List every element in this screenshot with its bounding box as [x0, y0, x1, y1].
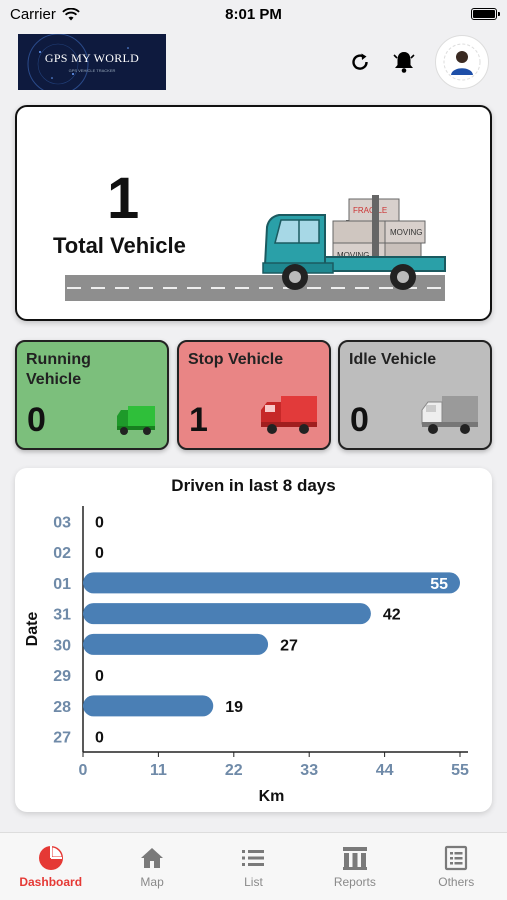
carrier-label: Carrier: [10, 5, 56, 23]
chart-bar: [83, 633, 269, 655]
y-tick-label: 28: [53, 699, 71, 716]
chart-bar: [83, 572, 460, 594]
columns-icon: [342, 847, 367, 870]
logo-title: GPS MY WORLD: [44, 51, 140, 65]
gray-truck-icon: [421, 396, 478, 434]
header-actions: [347, 35, 489, 89]
total-vehicle-card[interactable]: MOVING MOVING FRAGILE 1 Total Vehicle: [15, 105, 492, 321]
bar-value-label: 0: [95, 545, 104, 562]
bar-value-label: 0: [95, 730, 104, 747]
y-tick-label: 31: [53, 607, 71, 624]
status-left: Carrier: [10, 6, 80, 23]
app-logo: GPS MY WORLD GPS VEHICLE TRACKER: [18, 34, 166, 90]
clipboard-icon: [445, 845, 468, 871]
x-tick-label: 44: [376, 762, 394, 779]
x-tick-label: 0: [79, 762, 88, 779]
chart-bar: [83, 695, 214, 717]
bottom-nav: Dashboard Map List Reports Others: [0, 832, 507, 900]
user-avatar-icon: [443, 43, 481, 81]
y-tick-label: 03: [53, 514, 71, 531]
driven-chart-card: Driven in last 8 days 03 0 02 0 01 55 31 42 30 27…: [15, 468, 492, 812]
y-tick-label: 27: [53, 730, 71, 747]
list-icon: [242, 850, 265, 866]
wifi-icon: [62, 7, 80, 20]
battery-icon: [471, 8, 500, 20]
home-icon: [141, 848, 164, 868]
header: GPS MY WORLD GPS VEHICLE TRACKER: [0, 28, 507, 96]
y-tick-label: 30: [53, 637, 71, 654]
bar-value-label: 27: [280, 637, 298, 654]
bell-icon: [393, 52, 415, 73]
notifications-button[interactable]: [391, 49, 417, 75]
bar-value-label: 19: [225, 699, 243, 716]
stop-vehicle-card[interactable]: Stop Vehicle 1: [177, 340, 331, 450]
bar-value-label: 55: [430, 576, 448, 593]
nav-map-label: Map: [140, 875, 164, 889]
nav-others[interactable]: Others: [411, 845, 501, 889]
total-vehicle-count: 1: [107, 166, 140, 231]
y-axis-title: Date: [24, 612, 41, 647]
x-tick-label: 55: [451, 762, 469, 779]
status-bar: Carrier 8:01 PM: [0, 0, 507, 28]
y-tick-label: 02: [53, 545, 71, 562]
red-truck-icon: [261, 396, 317, 434]
box-label-moving-2: MOVING: [390, 228, 422, 237]
idle-vehicle-card[interactable]: Idle Vehicle 0: [338, 340, 492, 450]
nav-map[interactable]: Map: [107, 845, 197, 889]
nav-dashboard-label: Dashboard: [19, 875, 83, 889]
nav-dashboard[interactable]: Dashboard: [6, 845, 96, 889]
running-vehicle-label: Running Vehicle: [26, 351, 91, 388]
nav-others-label: Others: [438, 875, 475, 889]
x-tick-label: 22: [225, 762, 243, 779]
x-tick-label: 33: [300, 762, 318, 779]
running-vehicle-count: 0: [27, 401, 46, 439]
stop-vehicle-label: Stop Vehicle: [188, 351, 284, 368]
logo-subtitle: GPS VEHICLE TRACKER: [68, 68, 116, 73]
x-axis-title: Km: [259, 788, 285, 805]
nav-list[interactable]: List: [208, 845, 298, 889]
bar-value-label: 0: [95, 668, 104, 685]
nav-reports[interactable]: Reports: [310, 845, 400, 889]
running-vehicle-card[interactable]: Running Vehicle 0: [15, 340, 169, 450]
idle-vehicle-count: 0: [350, 401, 369, 439]
total-vehicle-label: Total Vehicle: [53, 233, 186, 258]
pie-chart-icon: [38, 846, 63, 870]
avatar[interactable]: [435, 35, 489, 89]
box-label-fragile: FRAGILE: [353, 206, 387, 215]
bar-value-label: 42: [383, 607, 401, 624]
refresh-icon: [352, 53, 368, 70]
driven-bar-chart: 03 002 001 5531 4230 2729 028 1927 00 11 22 33 44 55K…: [24, 506, 469, 805]
y-tick-label: 29: [53, 668, 71, 685]
nav-reports-label: Reports: [333, 875, 376, 889]
bar-value-label: 0: [95, 514, 104, 531]
y-tick-label: 01: [53, 576, 71, 593]
x-tick-label: 11: [150, 762, 167, 779]
green-truck-icon: [117, 406, 155, 435]
refresh-button[interactable]: [347, 49, 373, 75]
idle-vehicle-label: Idle Vehicle: [349, 351, 437, 368]
nav-list-label: List: [244, 875, 263, 889]
stop-vehicle-count: 1: [189, 401, 208, 439]
chart-bar: [83, 603, 371, 625]
